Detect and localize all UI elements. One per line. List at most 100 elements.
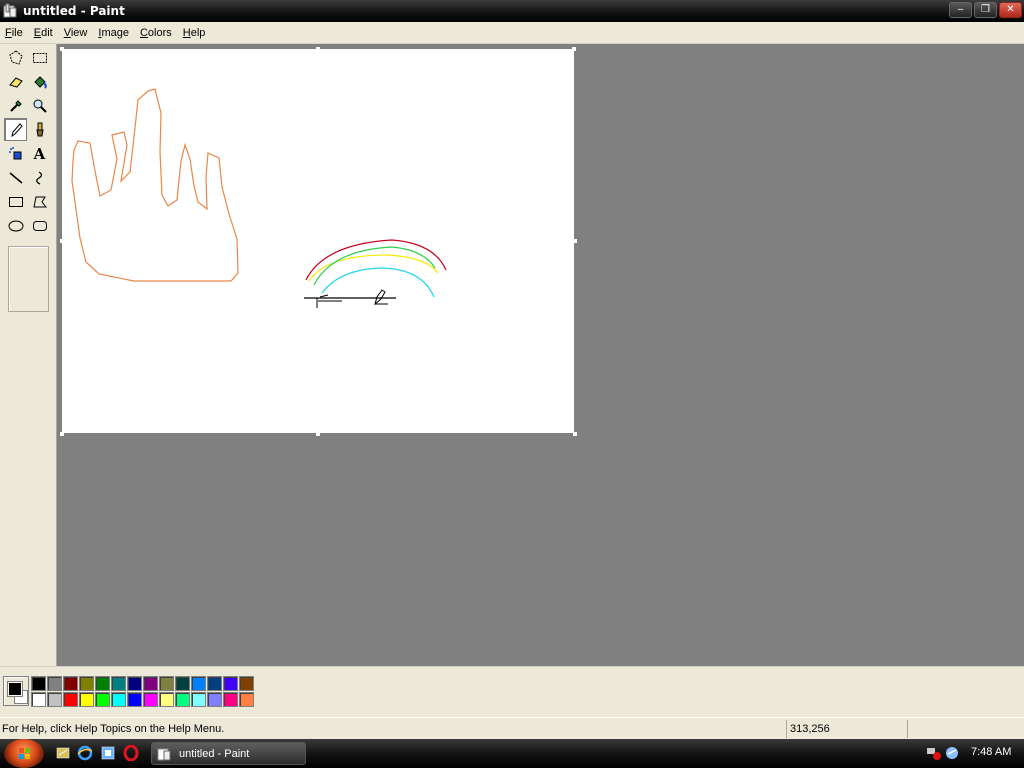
- resize-handle-top: [316, 47, 320, 51]
- menu-file-accel: F: [5, 26, 12, 39]
- color-swatch[interactable]: [207, 692, 222, 707]
- fill-tool[interactable]: [28, 70, 51, 93]
- resize-handle-right[interactable]: [573, 239, 577, 243]
- clock[interactable]: 7:48 AM: [971, 746, 1011, 758]
- color-swatch[interactable]: [31, 692, 46, 707]
- color-swatch[interactable]: [127, 676, 142, 691]
- color-swatch[interactable]: [95, 692, 110, 707]
- color-swatch[interactable]: [191, 676, 206, 691]
- color-swatch[interactable]: [79, 676, 94, 691]
- color-swatch[interactable]: [47, 676, 62, 691]
- menu-file[interactable]: File: [0, 27, 29, 39]
- color-swatch[interactable]: [111, 692, 126, 707]
- color-swatch[interactable]: [63, 692, 78, 707]
- menu-help-rest: elp: [190, 26, 206, 39]
- color-swatch[interactable]: [223, 676, 238, 691]
- window-controls: – ❐ ✕: [949, 2, 1022, 18]
- menu-file-rest: ile: [11, 26, 23, 39]
- color-swatch[interactable]: [127, 692, 142, 707]
- ellipse-tool[interactable]: [4, 214, 27, 237]
- text-tool[interactable]: A: [28, 142, 51, 165]
- desktop-screen: untitled - Paint – ❐ ✕ File Edit View Im…: [0, 0, 1024, 768]
- hand-outline-stroke: [71, 88, 239, 282]
- brush-tool[interactable]: [28, 118, 51, 141]
- rounded-rectangle-icon: [32, 220, 47, 231]
- free-form-select-icon: [8, 49, 23, 65]
- pick-color-tool[interactable]: [4, 94, 27, 117]
- volume-tray-icon[interactable]: [944, 745, 960, 761]
- title-bar[interactable]: untitled - Paint – ❐ ✕: [0, 0, 1024, 22]
- color-box: [0, 666, 1024, 717]
- color-swatch[interactable]: [143, 692, 158, 707]
- tool-options-box[interactable]: [8, 246, 49, 312]
- network-tray-icon[interactable]: [926, 745, 942, 761]
- menu-bar: File Edit View Image Colors Help: [0, 22, 1024, 44]
- color-swatch[interactable]: [79, 692, 94, 707]
- color-swatch[interactable]: [159, 692, 174, 707]
- color-swatch[interactable]: [223, 692, 238, 707]
- color-swatch[interactable]: [191, 692, 206, 707]
- curve-tool[interactable]: [28, 166, 51, 189]
- line-tool[interactable]: [4, 166, 27, 189]
- paint-app-icon: [3, 3, 17, 18]
- polygon-tool[interactable]: [28, 190, 51, 213]
- eraser-tool[interactable]: [4, 70, 27, 93]
- close-button[interactable]: ✕: [999, 2, 1022, 18]
- free-form-select-tool[interactable]: [4, 46, 27, 69]
- select-icon: [32, 52, 47, 63]
- rounded-rectangle-tool[interactable]: [28, 214, 51, 237]
- minimize-button[interactable]: –: [949, 2, 972, 18]
- foreground-color-swatch: [7, 681, 23, 697]
- resize-handle-top-left: [60, 47, 64, 51]
- color-swatch[interactable]: [63, 676, 78, 691]
- status-bar: For Help, click Help Topics on the Help …: [0, 717, 1024, 739]
- menu-image[interactable]: Image: [93, 27, 135, 39]
- taskbar-paint-button[interactable]: untitled - Paint: [151, 742, 306, 765]
- color-swatch[interactable]: [207, 676, 222, 691]
- resize-handle-bottom[interactable]: [316, 432, 320, 436]
- quick-launch-desktop-icon[interactable]: [55, 745, 71, 761]
- drawing-canvas[interactable]: [62, 49, 574, 433]
- color-swatch[interactable]: [31, 676, 46, 691]
- canvas-drawing: [71, 88, 447, 308]
- menu-help[interactable]: Help: [178, 27, 212, 39]
- fill-with-color-icon: [33, 75, 47, 89]
- menu-colors[interactable]: Colors: [135, 27, 178, 39]
- brush-icon: [35, 122, 44, 136]
- color-swatch[interactable]: [111, 676, 126, 691]
- curve-icon: [35, 170, 42, 185]
- resize-handle-bottom-right[interactable]: [573, 432, 577, 436]
- rectangle-tool[interactable]: [4, 190, 27, 213]
- color-swatch[interactable]: [175, 676, 190, 691]
- status-help-text: For Help, click Help Topics on the Help …: [2, 723, 225, 735]
- airbrush-tool[interactable]: [4, 142, 27, 165]
- opera-browser-icon[interactable]: [123, 745, 139, 761]
- current-colors-indicator[interactable]: [3, 676, 29, 706]
- menu-view[interactable]: View: [59, 27, 94, 39]
- black-line-stroke-2: [316, 294, 342, 308]
- menu-edit[interactable]: Edit: [29, 27, 59, 39]
- color-swatch[interactable]: [239, 676, 254, 691]
- status-coordinates: 313,256: [786, 720, 906, 738]
- magnifier-tool[interactable]: [28, 94, 51, 117]
- color-swatch[interactable]: [143, 676, 158, 691]
- pencil-tool[interactable]: [4, 118, 27, 141]
- rainbow-cyan-arc: [321, 267, 435, 298]
- rectangle-icon: [8, 196, 23, 207]
- color-swatch[interactable]: [239, 692, 254, 707]
- rainbow-green-arc: [313, 246, 436, 286]
- internet-explorer-icon[interactable]: [77, 745, 93, 761]
- airbrush-icon: [8, 146, 21, 159]
- color-swatch[interactable]: [47, 692, 62, 707]
- windows-explorer-icon[interactable]: [100, 745, 116, 761]
- ellipse-icon: [8, 220, 23, 231]
- select-tool[interactable]: [28, 46, 51, 69]
- color-swatch[interactable]: [175, 692, 190, 707]
- start-button[interactable]: [4, 739, 44, 768]
- resize-handle-top-right: [572, 47, 576, 51]
- pencil-cursor-icon: [374, 289, 388, 306]
- polygon-icon: [32, 196, 47, 207]
- color-swatch[interactable]: [95, 676, 110, 691]
- color-swatch[interactable]: [159, 676, 174, 691]
- maximize-button[interactable]: ❐: [974, 2, 997, 18]
